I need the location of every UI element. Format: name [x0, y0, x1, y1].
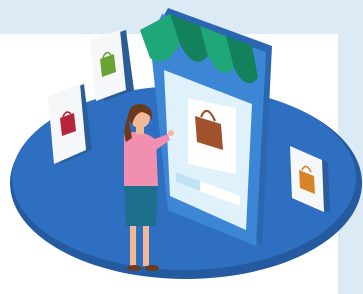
bag-card-left [48, 84, 92, 164]
illustration-canvas [0, 0, 363, 294]
online-shopping-illustration [0, 0, 363, 294]
bag-card-top [90, 30, 134, 101]
